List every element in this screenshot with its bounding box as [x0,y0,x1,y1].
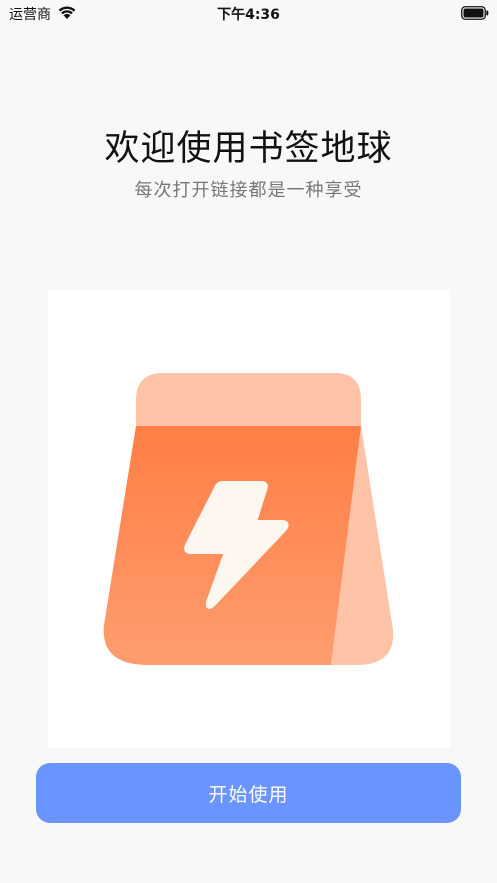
start-button[interactable]: 开始使用 [36,763,461,823]
status-time: 下午4:36 [217,7,280,23]
page-title: 欢迎使用书签地球 [104,129,393,169]
battery-icon [461,5,489,20]
welcome-screen: 运营商 下午4:36 欢迎使用书签地球 每次打开链接都是一种享受 开始使用 [0,0,497,883]
page-subtitle: 每次打开链接都是一种享受 [134,180,363,201]
illustration-card [48,290,450,748]
bag-top-band [136,373,361,430]
lightning-bag-icon [103,373,394,665]
status-bar: 运营商 下午4:36 [0,0,497,26]
